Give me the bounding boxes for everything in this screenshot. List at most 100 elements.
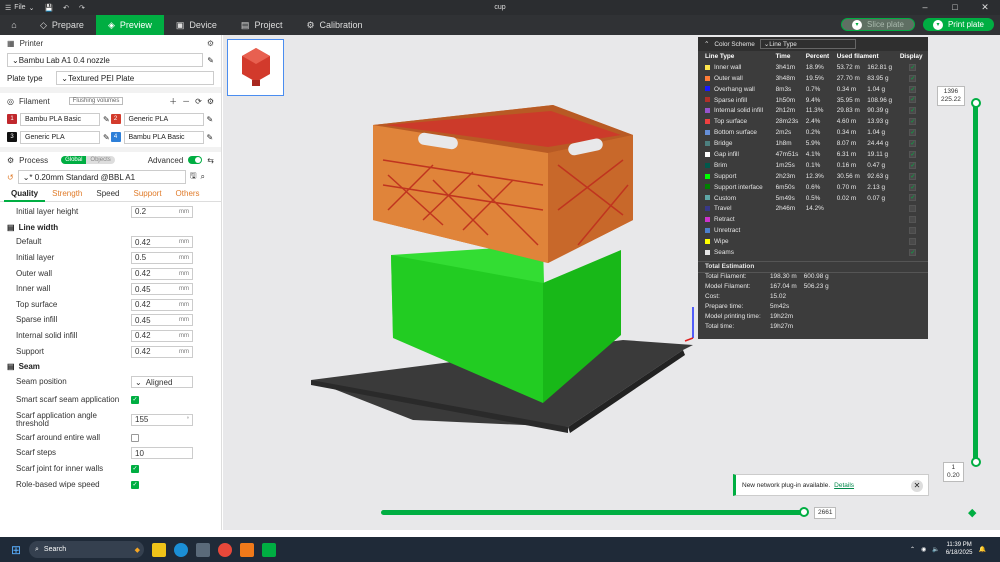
display-checkbox[interactable]: ✓ — [909, 118, 917, 126]
details-link[interactable]: Details — [834, 482, 854, 489]
seam-position-select[interactable]: ⌄ Aligned — [131, 376, 193, 389]
edit-icon[interactable]: ✎ — [207, 56, 214, 65]
scarf-inner-checkbox[interactable]: ✓ — [131, 464, 139, 473]
filament-slot-3[interactable]: 3 Generic PLA ✎ — [7, 129, 111, 145]
reset-icon[interactable]: ↺ — [7, 173, 14, 182]
setting-input[interactable]: 0.42 mm — [131, 329, 193, 342]
plate-thumbnail[interactable] — [227, 39, 284, 96]
scope-objects[interactable]: Objects — [86, 156, 115, 164]
redo-icon[interactable]: ↷ — [74, 4, 90, 12]
display-checkbox[interactable] — [909, 216, 917, 224]
tab-calibration[interactable]: ⚙ Calibration — [294, 15, 374, 35]
display-checkbox[interactable]: ✓ — [909, 194, 917, 202]
volume-icon[interactable]: 🔈 — [932, 546, 939, 553]
setting-input[interactable]: 0.42 mm — [131, 345, 193, 358]
chevron-up-icon[interactable]: ⌃ — [910, 546, 915, 553]
display-checkbox[interactable]: ✓ — [909, 172, 917, 180]
save-preset-icon[interactable]: 🖫 — [190, 170, 197, 184]
flushing-volumes-button[interactable]: Flushing volumes — [68, 97, 124, 105]
layer-slider-bottom-handle[interactable] — [971, 457, 981, 467]
add-icon[interactable]: ＋ — [169, 96, 177, 107]
tab-preview[interactable]: ◈ Preview — [95, 15, 164, 35]
windows-start-icon[interactable]: ⊞ — [11, 543, 21, 557]
process-preset-select[interactable]: ⌄ * 0.20mm Standard @BBL A1 — [17, 170, 186, 184]
display-checkbox[interactable]: ✓ — [909, 183, 917, 191]
setting-input[interactable]: 0.5 mm — [131, 251, 193, 264]
setting-input[interactable]: 0.42 mm — [131, 298, 193, 311]
print-plate-button[interactable]: ▾ Print plate — [922, 18, 994, 31]
display-checkbox[interactable]: ✓ — [909, 107, 917, 115]
filament-settings-icon[interactable]: ⚙ — [207, 97, 214, 106]
file-explorer-icon[interactable] — [152, 542, 166, 557]
layers-icon[interactable]: ◆ — [968, 506, 976, 519]
tab-strength[interactable]: Strength — [45, 189, 89, 198]
save-icon[interactable]: 💾 — [39, 4, 58, 12]
scarf-steps-stepper[interactable]: 10 — [131, 447, 193, 460]
display-checkbox[interactable]: ✓ — [909, 150, 917, 158]
setting-input[interactable]: 0.45 mm — [131, 283, 193, 296]
printer-select[interactable]: ⌄ Bambu Lab A1 0.4 nozzle — [7, 53, 204, 67]
setting-input[interactable]: 0.2 mm — [131, 205, 193, 218]
filament-slot-1[interactable]: 1 Bambu PLA Basic ✎ — [7, 111, 111, 127]
edit-icon[interactable]: ✎ — [207, 133, 214, 142]
role-wipe-checkbox[interactable]: ✓ — [131, 480, 139, 489]
filament-color-swatch[interactable]: 2 — [110, 114, 121, 124]
dropdown-icon[interactable]: ▾ — [932, 19, 943, 30]
tab-support[interactable]: Support — [127, 189, 169, 198]
close-icon[interactable]: ✕ — [911, 480, 923, 492]
file-menu[interactable]: ☰ File ⌄ — [0, 4, 39, 12]
remove-icon[interactable]: － — [182, 96, 190, 107]
setting-input[interactable]: 0.45 mm — [131, 314, 193, 327]
close-button[interactable]: ✕ — [970, 0, 1000, 15]
setting-input[interactable]: 0.42 mm — [131, 267, 193, 280]
minimize-button[interactable]: – — [910, 0, 940, 15]
layer-slider-top-handle[interactable] — [971, 98, 981, 108]
smart-scarf-checkbox[interactable]: ✓ — [131, 395, 139, 404]
advanced-toggle[interactable] — [188, 156, 203, 164]
slice-plate-button[interactable]: ▾ Slice plate — [841, 18, 915, 31]
display-checkbox[interactable]: ✓ — [909, 161, 917, 169]
display-checkbox[interactable]: ✓ — [909, 85, 917, 93]
scope-toggle[interactable]: Global Objects — [61, 156, 115, 164]
taskbar-search[interactable]: ⌕ Search ◆ — [29, 541, 144, 558]
undo-icon[interactable]: ↶ — [58, 4, 74, 12]
filament-color-swatch[interactable]: 4 — [110, 132, 121, 142]
move-slider-handle[interactable] — [799, 507, 809, 517]
display-checkbox[interactable] — [909, 237, 917, 245]
search-icon[interactable]: ⌕ — [201, 172, 205, 182]
notification-bell-icon[interactable]: 🔔 — [979, 546, 986, 553]
home-button[interactable]: ⌂ — [0, 15, 28, 35]
scarf-angle-stepper[interactable]: 155 ° — [131, 413, 193, 426]
tab-prepare[interactable]: ◇ Prepare — [28, 15, 96, 35]
compare-icon[interactable]: ⇆ — [207, 156, 214, 165]
filament-color-swatch[interactable]: 3 — [7, 132, 17, 142]
display-checkbox[interactable]: ✓ — [909, 63, 917, 71]
clock[interactable]: 11:39 PM 6/18/2025 — [946, 541, 973, 557]
scope-global[interactable]: Global — [61, 156, 87, 164]
setting-input[interactable]: 0.42 mm — [131, 236, 193, 249]
edit-icon[interactable]: ✎ — [207, 115, 214, 124]
tab-device[interactable]: ▣ Device — [164, 15, 229, 35]
chrome-icon[interactable] — [218, 542, 232, 557]
filament-name[interactable]: Generic PLA — [123, 112, 204, 126]
network-icon[interactable]: ◉ — [921, 546, 926, 553]
dropdown-icon[interactable]: ▾ — [852, 19, 863, 30]
maximize-button[interactable]: □ — [940, 0, 970, 15]
display-checkbox[interactable]: ✓ — [909, 74, 917, 82]
filament-slot-4[interactable]: 4 Bambu PLA Basic ✎ — [110, 129, 215, 145]
scarf-entire-checkbox[interactable] — [131, 433, 139, 442]
sync-icon[interactable]: ⟳ — [195, 97, 202, 106]
filament-name[interactable]: Generic PLA — [20, 130, 100, 144]
color-scheme-select[interactable]: ⌄ Line Type — [759, 39, 856, 49]
plate-type-select[interactable]: ⌄ Textured PEI Plate — [56, 71, 214, 85]
edit-icon[interactable]: ✎ — [103, 133, 110, 142]
display-checkbox[interactable] — [909, 227, 917, 235]
filament-slot-2[interactable]: 2 Generic PLA ✎ — [110, 111, 215, 127]
display-checkbox[interactable]: ✓ — [909, 129, 917, 137]
printer-settings-icon[interactable]: ⚙ — [207, 39, 214, 48]
layer-slider[interactable] — [973, 100, 978, 465]
filament-name[interactable]: Bambu PLA Basic — [20, 112, 100, 126]
display-checkbox[interactable]: ✓ — [909, 96, 917, 104]
collapse-icon[interactable]: ⌃ — [704, 40, 709, 48]
move-slider[interactable] — [381, 510, 805, 515]
